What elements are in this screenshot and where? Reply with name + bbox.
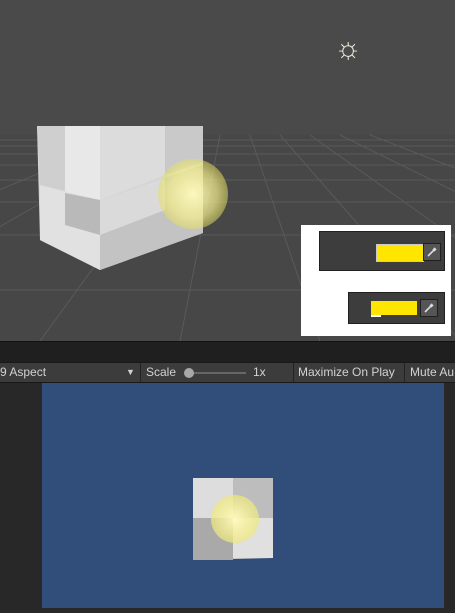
maximize-on-play-button[interactable]: Maximize On Play (298, 363, 395, 382)
game-view-toolbar: 9 Aspect ▼ Scale 1x Maximize On Play Mut… (0, 362, 455, 383)
toolbar-divider (293, 363, 294, 382)
game-render (193, 478, 273, 560)
game-view[interactable] (42, 383, 444, 608)
point-light-gizmo[interactable] (158, 159, 228, 229)
mute-audio-button[interactable]: Mute Au (410, 363, 454, 382)
scale-label: Scale (146, 365, 177, 379)
toolbar-divider (404, 363, 405, 382)
panel-divider (0, 341, 455, 363)
aspect-label: 9 Aspect (0, 365, 47, 379)
game-view-container (0, 383, 455, 608)
directional-light-icon[interactable]: ☼ (331, 32, 365, 66)
eyedropper-icon[interactable] (420, 299, 438, 317)
color-field-top[interactable] (319, 231, 445, 271)
alpha-bar (371, 315, 381, 317)
scale-slider-track[interactable] (186, 372, 246, 374)
game-light (211, 495, 259, 543)
scene-view[interactable]: ☼ (0, 0, 455, 341)
color-field-bottom[interactable] (348, 292, 445, 324)
scale-slider-handle[interactable] (184, 368, 194, 378)
color-swatch-top[interactable] (376, 244, 424, 262)
aspect-dropdown[interactable]: 9 Aspect ▼ (0, 363, 138, 382)
color-field-panel (301, 225, 451, 336)
toolbar-divider (140, 363, 141, 382)
scale-value: 1x (253, 365, 266, 379)
eyedropper-icon[interactable] (423, 243, 441, 261)
color-swatch-bottom[interactable] (371, 301, 417, 315)
chevron-down-icon: ▼ (126, 367, 135, 377)
